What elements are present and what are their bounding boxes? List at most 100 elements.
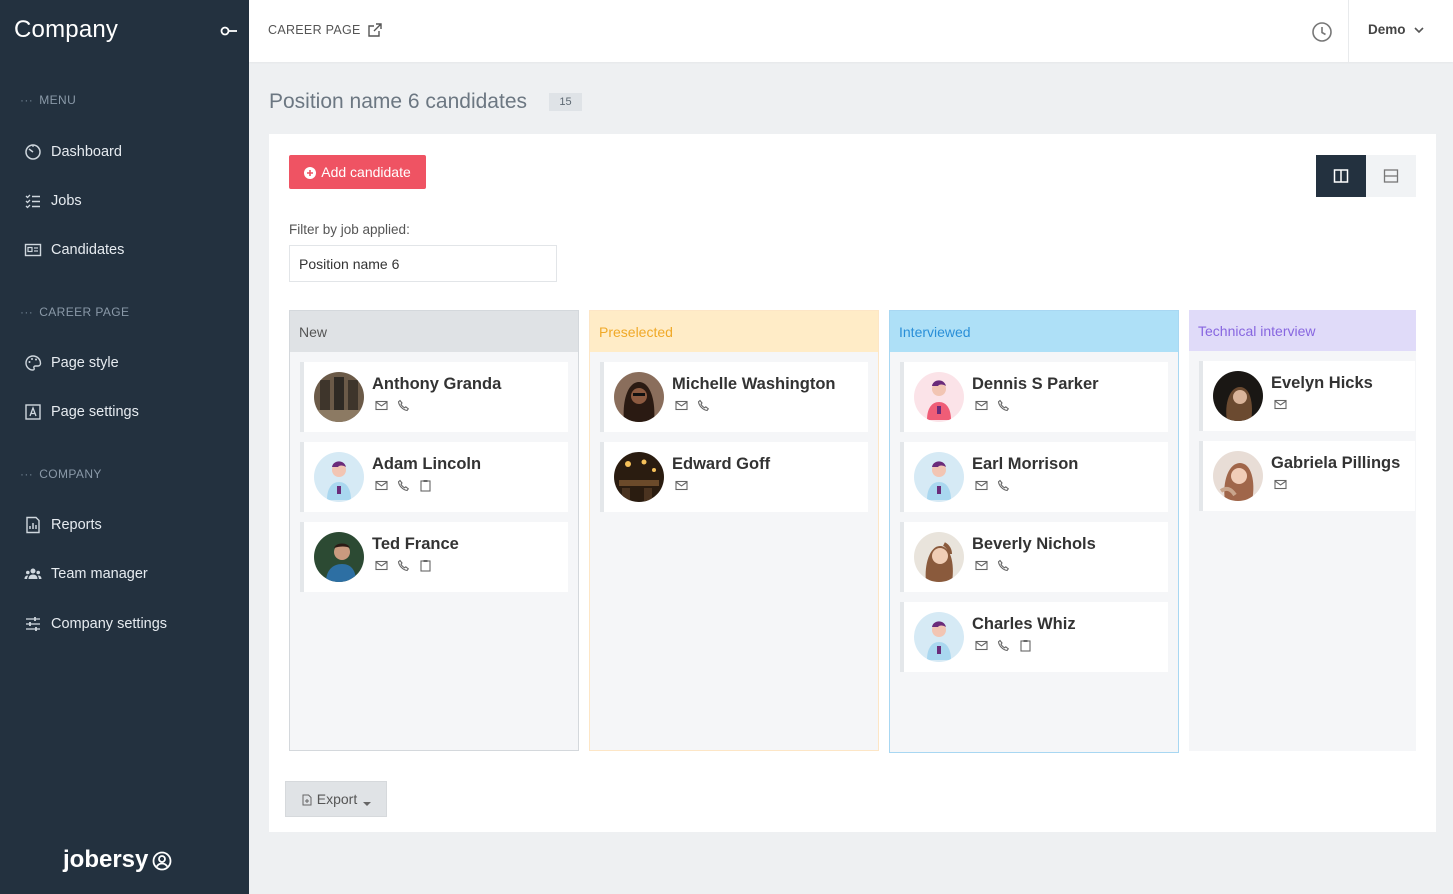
avatar xyxy=(914,532,964,582)
candidate-name: Anthony Granda xyxy=(372,375,502,393)
candidate-card[interactable]: Edward Goff xyxy=(600,442,868,512)
mail-icon[interactable] xyxy=(375,559,388,572)
section-label-company: ··· COMPANY xyxy=(20,467,102,481)
candidate-name: Edward Goff xyxy=(672,455,771,473)
avatar xyxy=(314,452,364,502)
reports-icon xyxy=(24,516,42,534)
candidate-name: Evelyn Hicks xyxy=(1271,374,1373,392)
sidebar-item-jobs[interactable]: Jobs xyxy=(24,189,82,213)
mail-icon[interactable] xyxy=(1274,398,1287,411)
candidate-name: Adam Lincoln xyxy=(372,455,482,473)
candidate-name: Michelle Washington xyxy=(672,375,836,393)
avatar xyxy=(614,372,664,422)
rows-icon xyxy=(1383,169,1399,183)
jobersy-logo: jobersy xyxy=(63,846,172,874)
phone-icon[interactable] xyxy=(997,559,1010,572)
candidate-count-badge: 15 xyxy=(549,93,582,111)
file-export-icon xyxy=(301,793,313,806)
avatar xyxy=(914,452,964,502)
sidebar-item-reports[interactable]: Reports xyxy=(24,513,102,537)
sidebar-item-team-manager[interactable]: Team manager xyxy=(24,562,148,586)
avatar xyxy=(614,452,664,502)
board-view-button[interactable] xyxy=(1316,155,1366,197)
avatar xyxy=(914,612,964,662)
candidates-card: Add candidate Filter by job applied: New… xyxy=(269,134,1436,832)
candidate-card[interactable]: Charles Whiz xyxy=(900,602,1168,672)
phone-icon[interactable] xyxy=(397,559,410,572)
clipboard-icon[interactable] xyxy=(419,559,432,572)
font-settings-icon xyxy=(24,403,42,421)
jobs-list-icon xyxy=(24,192,42,210)
sidebar-item-candidates[interactable]: Candidates xyxy=(24,238,124,262)
sidebar-toggle-icon[interactable] xyxy=(220,24,238,38)
mail-icon[interactable] xyxy=(675,479,688,492)
plus-circle-icon xyxy=(304,166,317,179)
career-page-link[interactable]: CAREER PAGE xyxy=(268,22,383,38)
avatar xyxy=(314,532,364,582)
caret-down-icon xyxy=(363,795,372,806)
candidate-card[interactable]: Evelyn Hicks xyxy=(1199,361,1415,431)
user-menu[interactable]: Demo xyxy=(1368,22,1426,37)
mail-icon[interactable] xyxy=(375,479,388,492)
phone-icon[interactable] xyxy=(997,479,1010,492)
avatar xyxy=(914,372,964,422)
user-circle-icon xyxy=(152,850,172,871)
candidate-card[interactable]: Gabriela Pillings xyxy=(1199,441,1415,511)
mail-icon[interactable] xyxy=(975,639,988,652)
candidate-card[interactable]: Ted France xyxy=(300,522,568,592)
columns-icon xyxy=(1333,169,1349,183)
candidate-name: Ted France xyxy=(372,535,459,553)
candidate-name: Gabriela Pillings xyxy=(1271,454,1401,472)
column-new: New Anthony Granda Adam Lincoln Ted Fran… xyxy=(289,310,579,751)
candidate-card[interactable]: Earl Morrison xyxy=(900,442,1168,512)
column-header-new: New xyxy=(290,311,578,352)
external-link-icon xyxy=(367,22,383,38)
sidebar-item-company-settings[interactable]: Company settings xyxy=(24,612,167,636)
phone-icon[interactable] xyxy=(997,399,1010,412)
export-button[interactable]: Export xyxy=(285,781,387,817)
team-icon xyxy=(24,565,42,583)
candidate-card[interactable]: Adam Lincoln xyxy=(300,442,568,512)
list-view-button[interactable] xyxy=(1366,155,1416,197)
candidate-card[interactable]: Beverly Nichols xyxy=(900,522,1168,592)
candidate-name: Earl Morrison xyxy=(972,455,1079,473)
view-toggle xyxy=(1316,155,1416,197)
chevron-down-icon xyxy=(1412,23,1426,37)
sliders-icon xyxy=(24,615,42,633)
candidate-card[interactable]: Dennis S Parker xyxy=(900,362,1168,432)
candidate-card[interactable]: Anthony Granda xyxy=(300,362,568,432)
dashboard-icon xyxy=(24,143,42,161)
sidebar: Company ··· MENU Dashboard Jobs Candidate… xyxy=(0,0,249,894)
avatar xyxy=(314,372,364,422)
id-card-icon xyxy=(24,241,42,259)
sidebar-item-page-style[interactable]: Page style xyxy=(24,351,119,375)
column-preselected: Preselected Michelle Washington Edward G… xyxy=(589,310,879,751)
candidate-name: Charles Whiz xyxy=(972,615,1076,633)
mail-icon[interactable] xyxy=(675,399,688,412)
filter-label: Filter by job applied: xyxy=(289,222,410,237)
avatar xyxy=(1213,371,1263,421)
add-candidate-button[interactable]: Add candidate xyxy=(289,155,426,189)
phone-icon[interactable] xyxy=(397,479,410,492)
column-header-technical-interview: Technical interview xyxy=(1189,310,1416,351)
mail-icon[interactable] xyxy=(975,559,988,572)
phone-icon[interactable] xyxy=(397,399,410,412)
clipboard-icon[interactable] xyxy=(1019,639,1032,652)
mail-icon[interactable] xyxy=(975,399,988,412)
avatar xyxy=(1213,451,1263,501)
column-interviewed: Interviewed Dennis S Parker Earl Morriso… xyxy=(889,310,1179,753)
sidebar-item-dashboard[interactable]: Dashboard xyxy=(24,140,122,164)
palette-icon xyxy=(24,354,42,372)
job-filter-input[interactable] xyxy=(289,245,557,282)
phone-icon[interactable] xyxy=(997,639,1010,652)
section-label-career-page: ··· CAREER PAGE xyxy=(20,305,130,319)
clipboard-icon[interactable] xyxy=(419,479,432,492)
column-header-preselected: Preselected xyxy=(590,311,878,352)
mail-icon[interactable] xyxy=(975,479,988,492)
mail-icon[interactable] xyxy=(375,399,388,412)
mail-icon[interactable] xyxy=(1274,478,1287,491)
clock-icon[interactable] xyxy=(1311,21,1333,43)
sidebar-item-page-settings[interactable]: Page settings xyxy=(24,400,139,424)
phone-icon[interactable] xyxy=(697,399,710,412)
candidate-card[interactable]: Michelle Washington xyxy=(600,362,868,432)
